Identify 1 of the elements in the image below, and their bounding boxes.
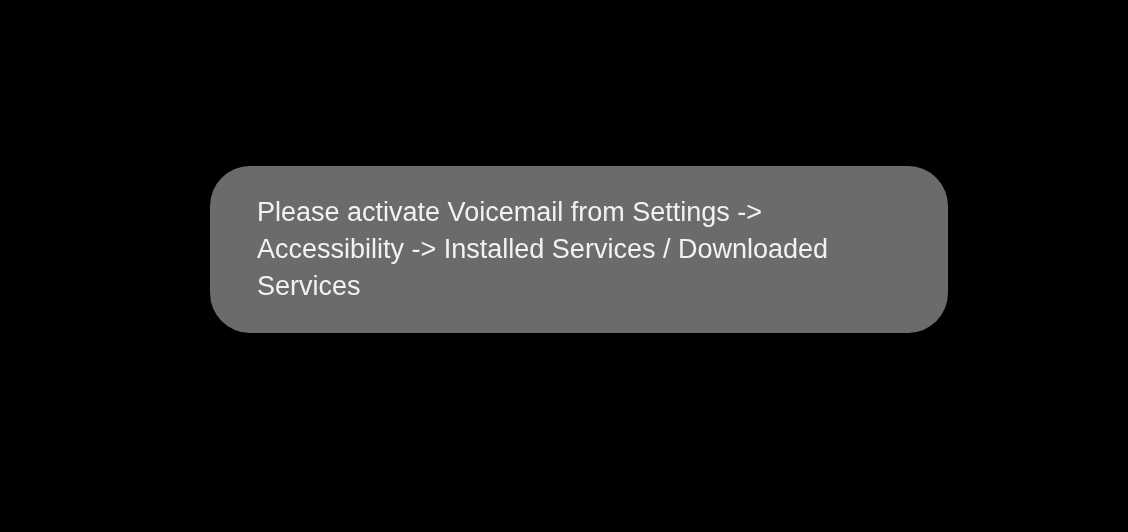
toast-message: Please activate Voicemail from Settings -> Accessibility -> Installed Services / Downloaded Services [257,196,829,303]
